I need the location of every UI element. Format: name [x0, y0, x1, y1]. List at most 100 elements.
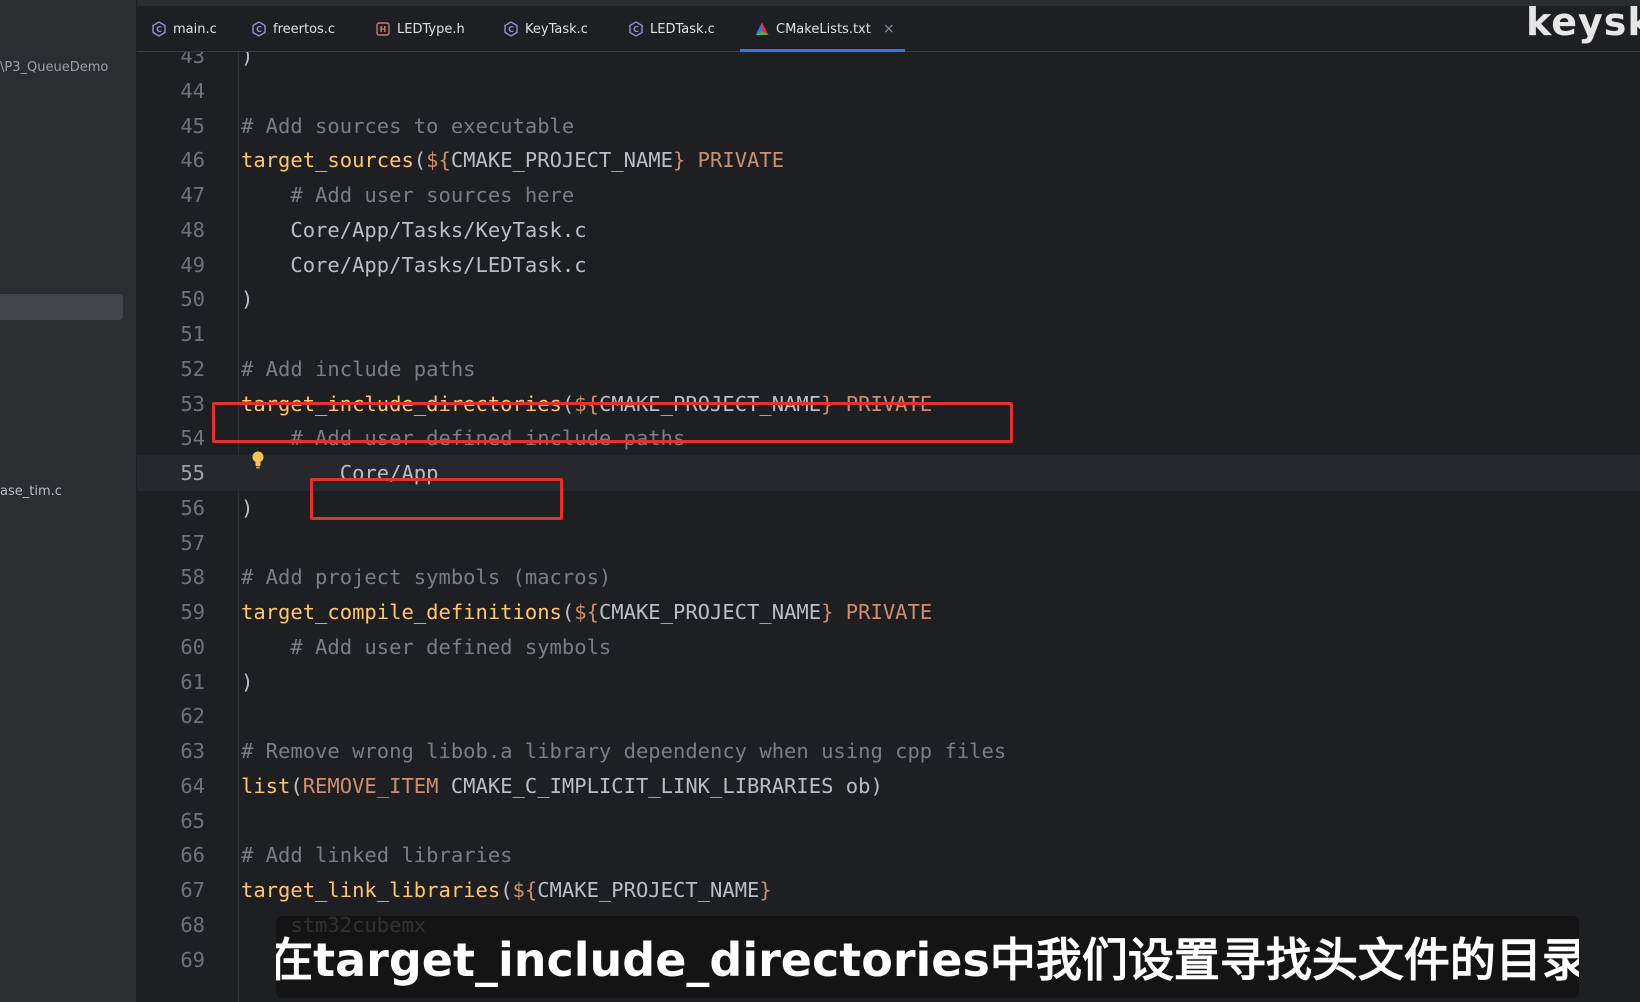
line-number: 47	[180, 183, 205, 207]
code-text: )	[241, 52, 253, 74]
line-number: 50	[180, 287, 205, 312]
tab-label: LEDType.h	[397, 21, 465, 37]
code-token: PRIVATE	[833, 600, 933, 624]
project-path[interactable]: \P3_QueueDemo	[0, 60, 108, 75]
code-token: # Add user defined symbols	[241, 634, 612, 659]
highlight-box-include-directories	[212, 402, 1013, 443]
code-line[interactable]: 59 target_compile_definitions(${CMAKE_PRO…	[137, 594, 1640, 630]
code-line[interactable]: 45 # Add sources to executable	[137, 108, 1640, 144]
tab-freertos-c[interactable]: C freertos.c	[251, 6, 335, 52]
tab-label: KeyTask.c	[525, 21, 588, 37]
code-line[interactable]: 61)	[137, 664, 1640, 700]
code-token: (	[500, 878, 513, 902]
line-number: 58	[180, 565, 205, 590]
code-line[interactable]: 64 list(REMOVE_ITEM CMAKE_C_IMPLICIT_LINK…	[137, 768, 1640, 804]
code-line[interactable]: 63 # Remove wrong libob.a library depende…	[137, 733, 1640, 769]
code-text: # Add sources to executable	[241, 108, 574, 144]
line-number: 69	[180, 947, 205, 972]
tab-keytask-c[interactable]: C KeyTask.c	[503, 6, 588, 52]
code-line[interactable]: 48 Core/App/Tasks/KeyTask.c	[137, 212, 1640, 248]
sidebar-file-item[interactable]: ase_tim.c	[0, 484, 62, 499]
line-number: 48	[180, 217, 205, 242]
code-token: target_compile_definitions	[241, 600, 562, 624]
cmake-icon	[754, 21, 770, 37]
code-token: # Add project symbols (macros)	[241, 565, 612, 590]
svg-text:C: C	[633, 25, 639, 34]
code-token: # Add sources to executable	[241, 113, 575, 138]
c-file-icon: C	[251, 21, 267, 37]
code-token: Core/App/Tasks/KeyTask.c	[241, 217, 587, 242]
line-number: 45	[180, 113, 205, 138]
code-text: Core/App/Tasks/LEDTask.c	[241, 247, 587, 283]
sidebar-selected-row[interactable]	[0, 294, 123, 320]
code-line[interactable]: 47 # Add user sources here	[137, 177, 1640, 213]
code-line[interactable]: 62	[137, 698, 1640, 734]
code-text: # Add user sources here	[241, 177, 574, 213]
code-text: Core/App/Tasks/KeyTask.c	[241, 212, 587, 248]
code-token: }	[759, 878, 772, 902]
code-token: # Add linked libraries	[241, 843, 513, 868]
code-token: CMAKE_PROJECT_NAME	[598, 600, 822, 624]
line-number: 55	[180, 461, 205, 485]
code-token: ${	[426, 148, 451, 173]
code-token: (	[561, 600, 575, 624]
code-line[interactable]: 52 # Add include paths	[137, 351, 1640, 387]
svg-text:C: C	[508, 25, 514, 34]
code-line[interactable]: 66 # Add linked libraries	[137, 837, 1640, 873]
code-token: CMAKE_C_IMPLICIT_LINK_LIBRARIES ob)	[438, 773, 883, 798]
code-text: # Add user defined symbols	[241, 629, 611, 665]
code-text: target_link_libraries(${CMAKE_PROJECT_NA…	[241, 872, 772, 908]
line-number: 56	[180, 495, 205, 520]
code-token: }	[821, 600, 834, 624]
tab-cmakelists-txt[interactable]: CMakeLists.txt ×	[740, 6, 905, 52]
video-subtitle: 在target_include_directories中我们设置寻找头文件的目录	[276, 916, 1579, 998]
tab-main-c[interactable]: C main.c	[151, 6, 217, 52]
close-icon[interactable]: ×	[883, 21, 895, 37]
code-text: # Add include paths	[241, 351, 476, 387]
line-number: 53	[180, 391, 205, 416]
tab-label: main.c	[173, 21, 217, 37]
code-text: )	[241, 664, 253, 700]
code-token: list	[241, 773, 291, 798]
code-text: # Remove wrong libob.a library dependenc…	[241, 733, 1006, 769]
tab-ledtype-h[interactable]: H LEDType.h	[375, 6, 465, 52]
code-text: )	[241, 490, 253, 526]
lightbulb-icon[interactable]	[251, 450, 265, 470]
line-number: 43	[180, 52, 205, 68]
code-token: ${	[512, 878, 538, 902]
project-sidebar: \P3_QueueDemo ase_tim.c	[0, 0, 137, 1002]
code-line[interactable]: 50)	[137, 281, 1640, 317]
line-number: 59	[180, 600, 205, 624]
code-text: # Add project symbols (macros)	[241, 559, 611, 595]
code-line[interactable]: 46 target_sources(${CMAKE_PROJECT_NAME} P…	[137, 142, 1640, 178]
code-token: Core/App/Tasks/LEDTask.c	[241, 252, 587, 277]
code-line[interactable]: 51	[137, 316, 1640, 352]
code-line[interactable]: 44	[137, 73, 1640, 109]
highlight-box-core-app	[310, 478, 563, 520]
code-token: )	[241, 52, 254, 68]
code-line[interactable]: 67 target_link_libraries(${CMAKE_PROJECT_…	[137, 872, 1640, 908]
code-token: REMOVE_ITEM	[302, 773, 439, 798]
code-token: # Add user sources here	[241, 183, 575, 207]
code-line[interactable]: 57	[137, 525, 1640, 561]
code-line[interactable]: 58 # Add project symbols (macros)	[137, 559, 1640, 595]
code-text: target_compile_definitions(${CMAKE_PROJE…	[241, 594, 932, 630]
code-token: (	[290, 773, 303, 798]
code-editor[interactable]: 43) 44 45 # Add sources to executable 46 targ…	[137, 52, 1640, 1002]
code-line[interactable]: 60 # Add user defined symbols	[137, 629, 1640, 665]
line-number: 67	[180, 878, 205, 902]
code-text: target_sources(${CMAKE_PROJECT_NAME} PRI…	[241, 142, 784, 178]
code-token: )	[241, 669, 254, 694]
code-token: CMAKE_PROJECT_NAME	[537, 878, 760, 902]
code-line[interactable]: 65	[137, 803, 1640, 839]
line-number: 65	[180, 808, 205, 833]
code-text: )	[241, 281, 253, 317]
tab-ledtask-c[interactable]: C LEDTask.c	[628, 6, 715, 52]
code-line[interactable]: 49 Core/App/Tasks/LEDTask.c	[137, 247, 1640, 283]
svg-text:C: C	[156, 25, 162, 34]
code-token: }	[673, 148, 686, 173]
code-line[interactable]: 43)	[137, 52, 1640, 74]
line-number: 61	[180, 669, 205, 694]
c-file-icon: C	[151, 21, 167, 37]
tab-label: freertos.c	[273, 21, 336, 37]
